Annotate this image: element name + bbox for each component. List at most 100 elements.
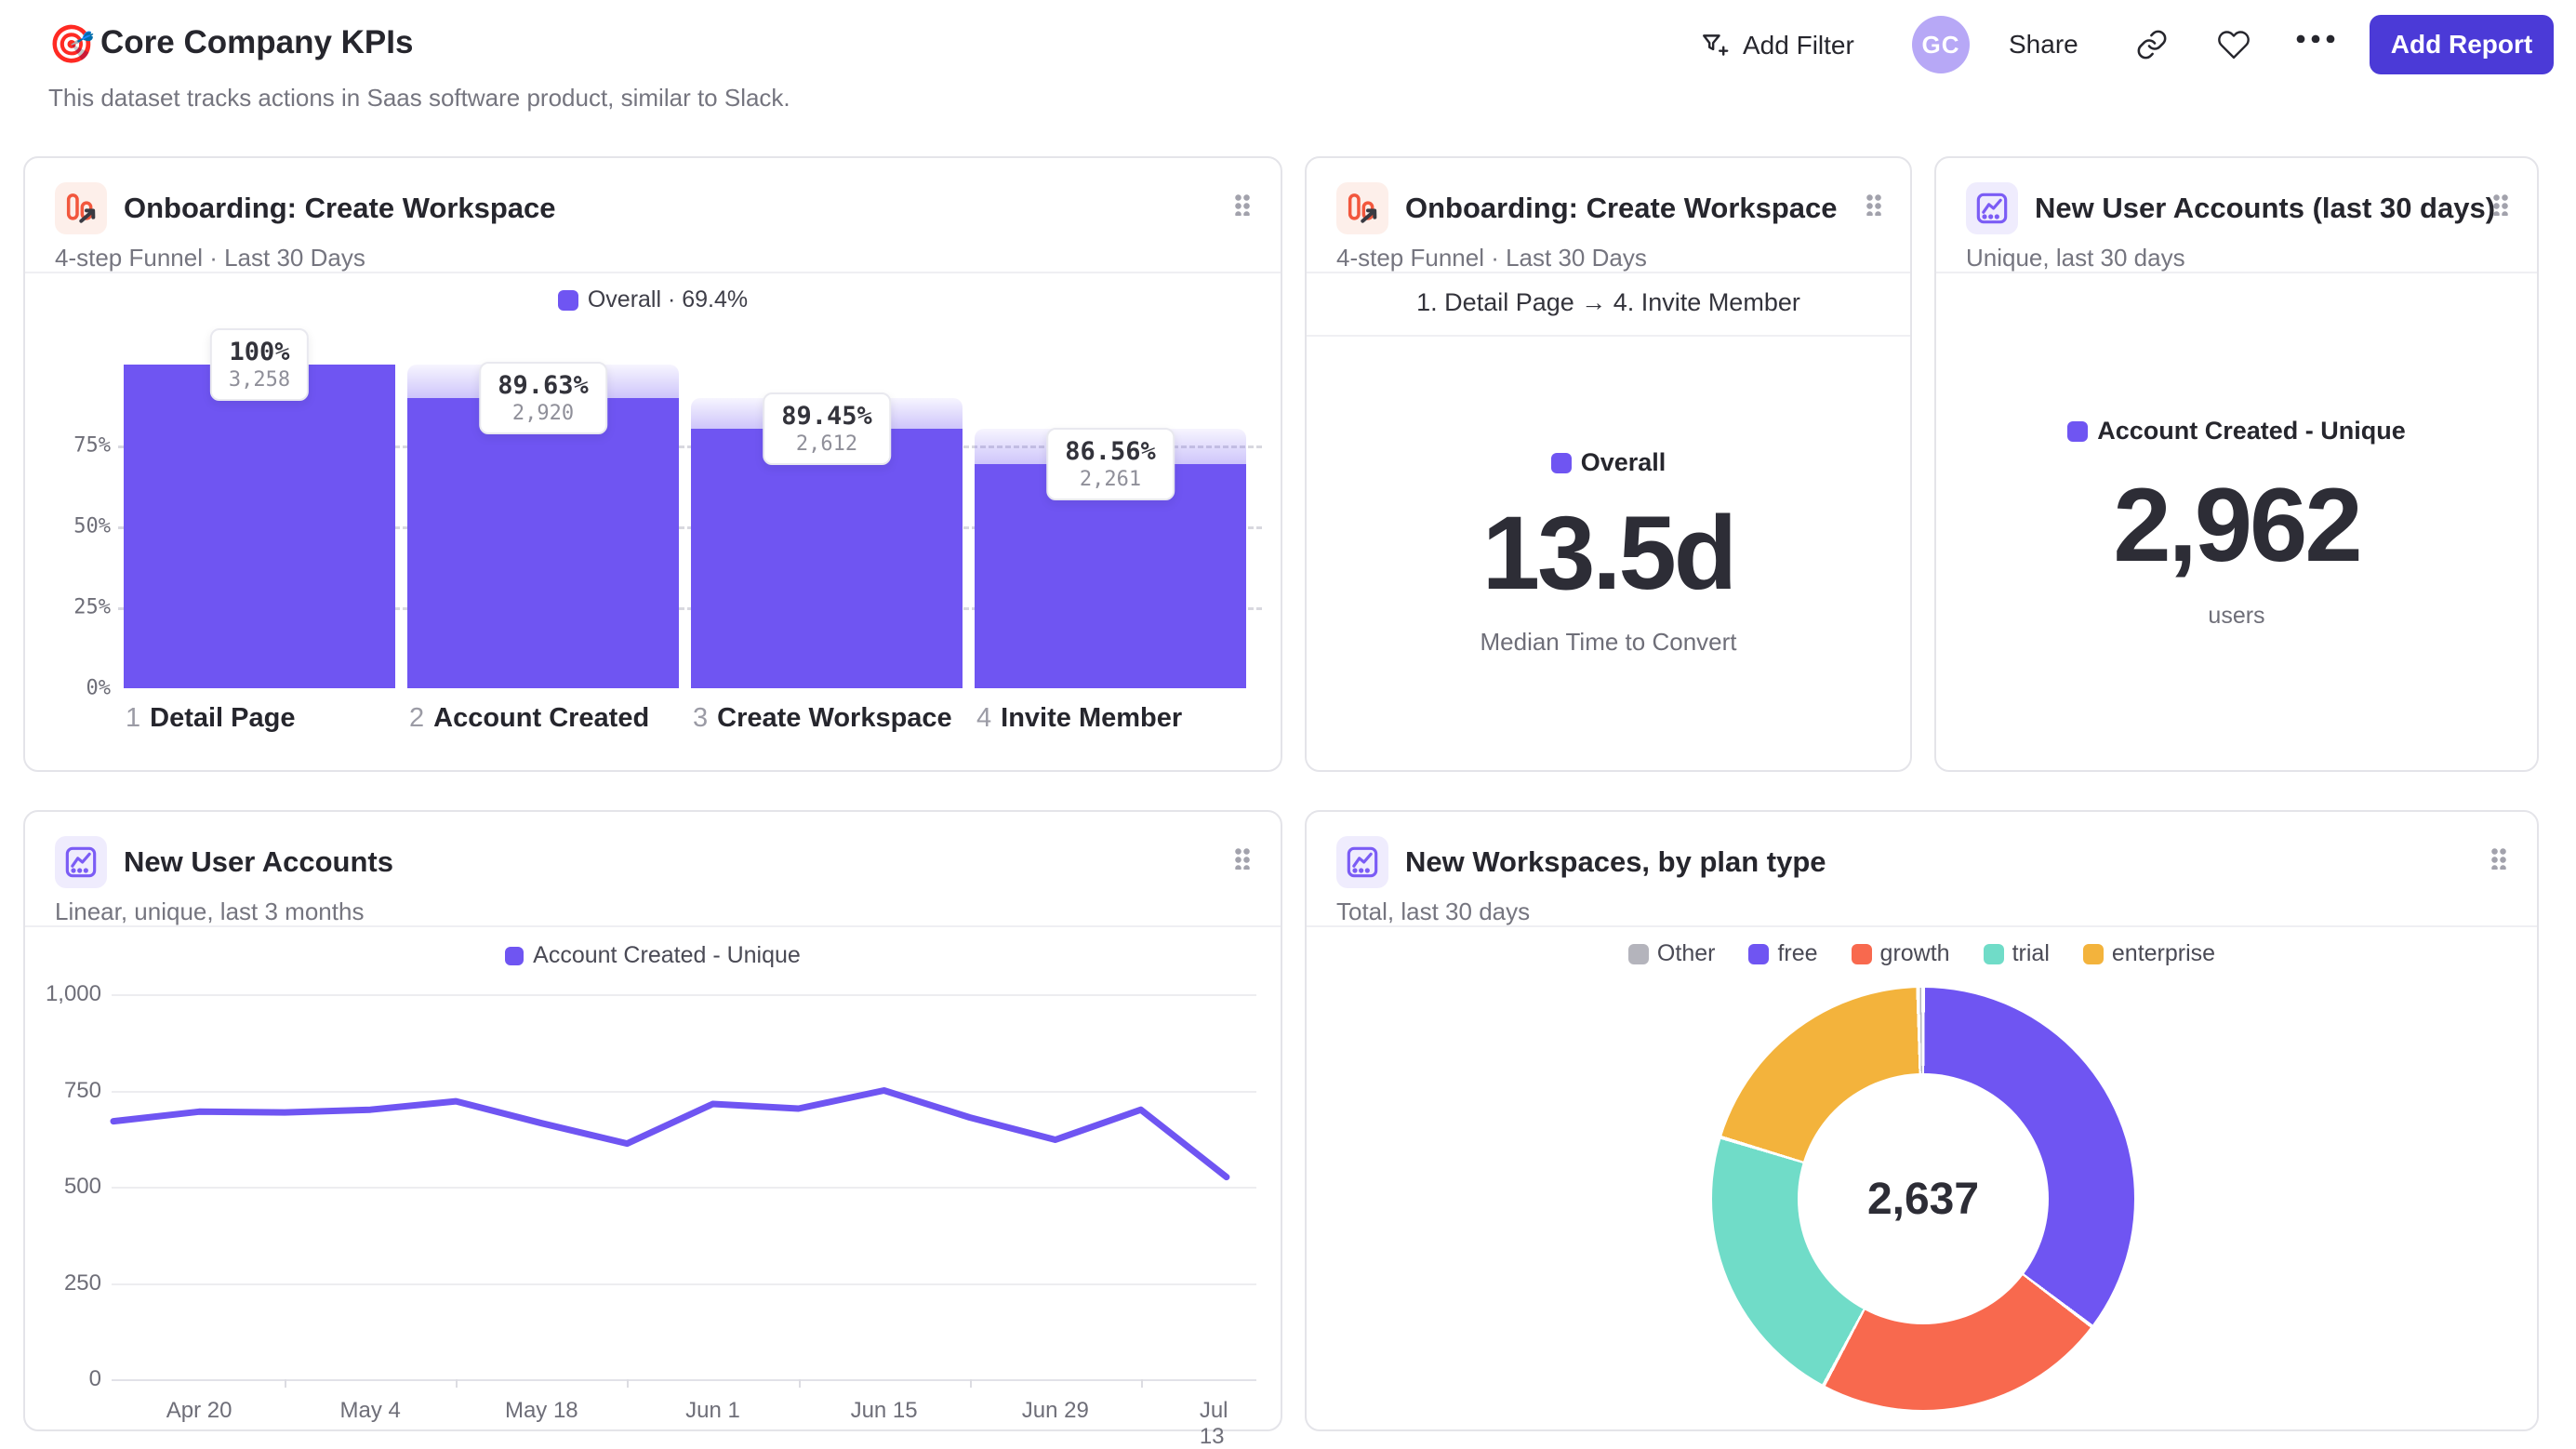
funnel-bar-tooltip: 89.63% 2,920 [479, 362, 607, 435]
divider [1307, 335, 1910, 337]
favorite-heart-icon[interactable] [2217, 28, 2251, 61]
card-workspaces-title[interactable]: New Workspaces, by plan type [1405, 845, 1826, 879]
trend-gridline [112, 994, 1256, 996]
add-filter-label: Add Filter [1743, 31, 1854, 60]
legend-chip [557, 289, 578, 311]
legend-chip [1550, 452, 1572, 473]
legend-label: Overall [1580, 448, 1666, 476]
legend-label: trial [2012, 940, 2050, 966]
dashboard-icon: 🎯 [48, 24, 95, 65]
legend-chip [1851, 943, 1872, 964]
new-users-value: 2,962 [2113, 467, 2362, 583]
card-time-to-convert-subtitle: 4-step Funnel · Last 30 Days [1336, 244, 1647, 272]
trend-axis-tick [798, 1379, 801, 1388]
card-time-to-convert-title[interactable]: Onboarding: Create Workspace [1405, 192, 1838, 225]
divider [1936, 272, 2537, 273]
donut-legend-item[interactable]: enterprise [2082, 940, 2215, 967]
legend-chip [2067, 420, 2089, 442]
funnel-step-pct: 100% [229, 338, 290, 366]
trend-y-tick: 0 [88, 1366, 101, 1391]
trend-gridline [112, 1187, 1256, 1189]
new-users-caption: users [2208, 603, 2265, 629]
dashboard: 🎯 Core Company KPIs This dataset tracks … [0, 0, 2576, 1449]
donut-legend-item[interactable]: Other [1627, 940, 1716, 967]
trend-y-tick: 500 [63, 1174, 101, 1199]
copy-link-icon[interactable] [2135, 28, 2169, 61]
funnel-step-label: 2 Account Created [409, 703, 649, 734]
funnel-step-count: 3,258 [228, 368, 291, 392]
drag-handle-icon[interactable] [1234, 847, 1251, 870]
legend-chip [2082, 943, 2104, 964]
funnel-step-name: Create Workspace [717, 703, 952, 733]
share-button[interactable]: Share [2009, 30, 2078, 60]
trend-axis-tick [627, 1379, 630, 1388]
legend-label: Account Created - Unique [533, 942, 801, 968]
funnel-step-label: 1 Detail Page [126, 703, 295, 734]
nu30-legend: Account Created - Unique [1936, 417, 2537, 445]
trend-x-tick: May 18 [504, 1398, 578, 1423]
line-chart-report-icon [55, 836, 107, 888]
funnel-y-tick: 50% [73, 514, 111, 538]
funnel-legend: Overall · 69.4% [25, 286, 1281, 313]
card-workspaces-by-plan: New Workspaces, by plan type Total, last… [1305, 810, 2539, 1431]
funnel-step-count: 2,920 [511, 402, 575, 426]
funnel-step-count: 2,261 [1079, 467, 1142, 491]
funnel-range-label: 1. Detail Page → 4. Invite Member [1416, 288, 1800, 316]
card-funnel-title[interactable]: Onboarding: Create Workspace [124, 192, 556, 225]
legend-label: Overall · 69.4% [587, 286, 749, 312]
line-chart-report-icon [1966, 182, 2018, 234]
donut-legend-item[interactable]: trial [1983, 940, 2050, 967]
funnel-step-name: Detail Page [150, 703, 296, 733]
add-report-button[interactable]: Add Report [2370, 15, 2554, 74]
trend-x-tick: Jun 1 [685, 1398, 740, 1423]
funnel-step-index: 2 [409, 703, 425, 733]
legend-label: Account Created - Unique [2097, 417, 2406, 445]
funnel-step-pct: 86.56% [1065, 436, 1156, 466]
page-subtitle: This dataset tracks actions in Saas soft… [48, 84, 790, 112]
card-new-users-trend-subtitle: Linear, unique, last 3 months [55, 897, 365, 925]
trend-y-tick: 250 [63, 1270, 101, 1296]
trend-axis-tick [285, 1379, 287, 1388]
funnel-bar-tooltip: 86.56% 2,261 [1046, 427, 1175, 500]
trend-gridline [112, 1379, 1256, 1381]
donut-legend-item[interactable]: free [1748, 940, 1818, 967]
drag-handle-icon[interactable] [1866, 193, 1882, 216]
funnel-step-index: 3 [693, 703, 709, 733]
funnel-report-icon [1336, 182, 1388, 234]
card-new-users-trend: New User Accounts Linear, unique, last 3… [23, 810, 1282, 1449]
drag-handle-icon[interactable] [2492, 193, 2509, 216]
funnel-bar[interactable] [691, 429, 963, 688]
trend-line[interactable] [110, 1087, 1230, 1181]
drag-handle-icon[interactable] [1234, 193, 1251, 216]
funnel-bar[interactable] [124, 365, 395, 688]
share-label: Share [2009, 30, 2078, 59]
donut-legend-item[interactable]: growth [1851, 940, 1950, 967]
funnel-step-name: Invite Member [1001, 703, 1183, 733]
divider [25, 272, 1281, 273]
divider [1307, 925, 2537, 927]
add-report-label: Add Report [2390, 30, 2533, 59]
divider [1307, 272, 1910, 273]
avatar[interactable]: GC [1912, 16, 1970, 73]
trend-gridline [112, 1090, 1256, 1093]
card-new-users-30d-title[interactable]: New User Accounts (last 30 days) [2035, 192, 2495, 225]
card-new-users-30d-subtitle: Unique, last 30 days [1966, 244, 2185, 272]
card-new-users-trend-title[interactable]: New User Accounts [124, 845, 393, 879]
trend-axis-tick [1140, 1379, 1143, 1388]
funnel-bar-tooltip: 89.45% 2,612 [763, 392, 891, 465]
card-new-users-30d: New User Accounts (last 30 days) Unique,… [1934, 156, 2539, 772]
divider [25, 925, 1281, 927]
legend-label: free [1777, 940, 1818, 966]
trend-legend: Account Created - Unique [25, 942, 1281, 969]
ttc-legend: Overall [1307, 448, 1910, 477]
legend-label: Other [1656, 940, 1716, 966]
page-title: Core Company KPIs [100, 24, 414, 60]
card-funnel: Onboarding: Create Workspace 4-step Funn… [23, 156, 1282, 772]
funnel-bar[interactable] [407, 398, 679, 688]
funnel-y-tick: 25% [73, 595, 111, 619]
legend-chip [1748, 943, 1770, 964]
card-time-to-convert: Onboarding: Create Workspace 4-step Funn… [1305, 156, 1912, 772]
drag-handle-icon[interactable] [2490, 847, 2507, 870]
more-options-icon[interactable] [2293, 33, 2336, 43]
add-filter-button[interactable]: Add Filter [1700, 30, 1854, 61]
